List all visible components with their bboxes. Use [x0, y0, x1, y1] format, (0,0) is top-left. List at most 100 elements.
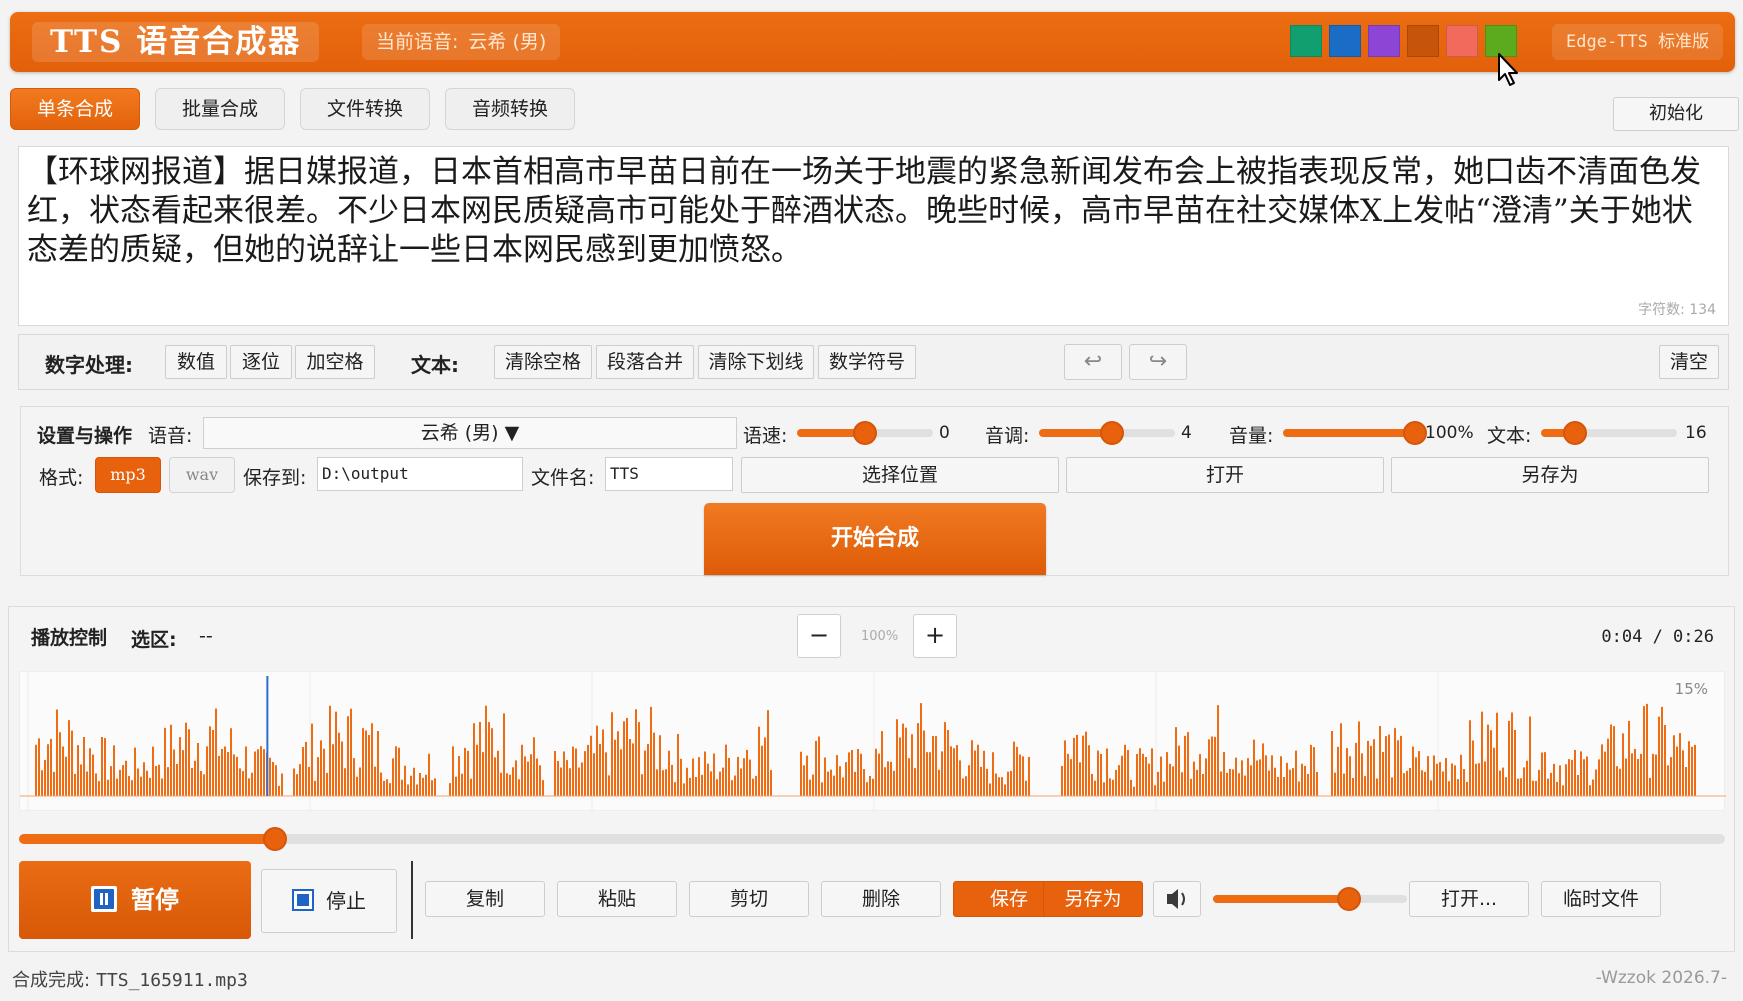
pause-label: 暂停: [131, 886, 179, 914]
selection-value: --: [199, 625, 213, 647]
clear-spaces-button[interactable]: 清除空格: [494, 345, 592, 379]
format-mp3-button[interactable]: mp3: [95, 457, 161, 493]
seek-slider-handle[interactable]: [262, 827, 287, 851]
speed-value: 0: [939, 423, 950, 443]
tab-audio-conversion[interactable]: 音频转换: [445, 88, 575, 130]
stop-label: 停止: [326, 889, 366, 913]
text-chunk-value: 16: [1685, 423, 1707, 443]
zoom-level: 100%: [861, 629, 899, 644]
save-path-input[interactable]: D:\output: [317, 457, 523, 491]
redo-button[interactable]: ↪: [1129, 344, 1187, 380]
waveform-view[interactable]: 15%: [19, 671, 1726, 812]
tab-single-synthesis[interactable]: 单条合成: [10, 88, 140, 130]
edition-badge: Edge-TTS 标准版: [1552, 24, 1724, 60]
text-input-area[interactable]: 【环球网报道】据日媒报道，日本首相高市早苗日前在一场关于地震的紧急新闻发布会上被…: [18, 146, 1729, 326]
app-title: TTS 语音合成器: [32, 22, 320, 62]
playback-title: 播放控制: [31, 627, 108, 649]
text-content[interactable]: 【环球网报道】据日媒报道，日本首相高市早苗日前在一场关于地震的紧急新闻发布会上被…: [27, 153, 1717, 270]
open-audio-button[interactable]: 打开...: [1409, 881, 1529, 917]
number-digit-button[interactable]: 逐位: [230, 345, 292, 379]
open-folder-button[interactable]: 打开: [1066, 457, 1384, 493]
voice-label: 语音:: [148, 425, 193, 447]
save-to-label: 保存到:: [243, 467, 307, 489]
status-label: 合成完成:: [12, 970, 91, 991]
theme-swatch-purple[interactable]: [1368, 25, 1400, 57]
format-wav-button[interactable]: wav: [169, 457, 235, 493]
pause-button[interactable]: 暂停: [19, 861, 251, 939]
zoom-in-button[interactable]: +: [913, 614, 957, 658]
initialize-button[interactable]: 初始化: [1613, 97, 1739, 131]
text-toolbar: 数字处理: 数值 逐位 加空格 文本: 清除空格 段落合并 清除下划线 数学符号…: [18, 334, 1729, 390]
waveform-graphic[interactable]: [20, 672, 1726, 812]
stop-button[interactable]: 停止: [261, 869, 397, 933]
waveform-percent: 15%: [1674, 680, 1708, 698]
theme-swatch-teal[interactable]: [1290, 25, 1322, 57]
pitch-slider[interactable]: [1039, 417, 1175, 449]
speaker-icon: [1167, 889, 1185, 909]
copy-button[interactable]: 复制: [425, 881, 545, 917]
seek-slider[interactable]: [19, 825, 1725, 853]
volume-value: 100%: [1425, 423, 1474, 443]
volume-slider-handle[interactable]: [1403, 421, 1427, 445]
time-display: 0:04 / 0:26: [1601, 627, 1714, 647]
theme-swatch-orange[interactable]: [1407, 25, 1439, 57]
status-filename: TTS_165911.mp3: [96, 970, 248, 991]
text-chunk-label: 文本:: [1487, 425, 1532, 447]
save-audio-as-button[interactable]: 另存为: [1043, 881, 1143, 917]
delete-button[interactable]: 删除: [821, 881, 941, 917]
math-symbols-button[interactable]: 数学符号: [818, 345, 916, 379]
current-voice-label: 当前语音:: [376, 31, 459, 53]
clear-underscores-button[interactable]: 清除下划线: [698, 345, 814, 379]
pitch-slider-handle[interactable]: [1100, 421, 1125, 445]
pitch-label: 音调:: [985, 425, 1030, 447]
current-voice: 当前语音: 云希 (男): [362, 24, 561, 60]
filename-label: 文件名:: [531, 467, 595, 489]
stop-icon: [292, 889, 314, 911]
mute-button[interactable]: [1153, 881, 1201, 917]
playback-panel: 播放控制 选区: -- − 100% + 0:04 / 0:26 15% 暂停 …: [8, 606, 1735, 952]
undo-button[interactable]: ↩: [1064, 344, 1122, 380]
separator: [411, 861, 413, 939]
mouse-pointer-icon: [1498, 53, 1518, 86]
temp-file-button[interactable]: 临时文件: [1541, 881, 1661, 917]
waveform-bars: [35, 703, 1696, 796]
voice-select[interactable]: 云希 (男) ▼: [203, 417, 737, 449]
pitch-value: 4: [1181, 423, 1192, 443]
number-processing-label: 数字处理:: [45, 353, 133, 377]
speed-slider[interactable]: [797, 417, 933, 449]
title-bar: TTS 语音合成器 当前语音: 云希 (男) Edge-TTS 标准版: [10, 12, 1735, 86]
current-voice-value: 云希 (男): [468, 31, 547, 53]
char-count: 字符数: 134: [1638, 302, 1716, 318]
settings-section-label: 设置与操作: [37, 425, 133, 447]
save-as-button[interactable]: 另存为: [1391, 457, 1709, 493]
choose-location-button[interactable]: 选择位置: [741, 457, 1059, 493]
volume-slider[interactable]: [1283, 417, 1427, 449]
format-label: 格式:: [39, 467, 84, 489]
theme-swatch-blue[interactable]: [1329, 25, 1361, 57]
speed-label: 语速:: [743, 425, 788, 447]
merge-paragraphs-button[interactable]: 段落合并: [596, 345, 694, 379]
cut-button[interactable]: 剪切: [689, 881, 809, 917]
filename-input[interactable]: TTS: [605, 457, 733, 491]
text-label: 文本:: [411, 353, 459, 377]
author-credit: -Wzzok 2026.7-: [1595, 968, 1727, 988]
status-message: 合成完成: TTS_165911.mp3: [12, 966, 248, 992]
tab-batch-synthesis[interactable]: 批量合成: [155, 88, 285, 130]
speed-slider-handle[interactable]: [853, 421, 877, 445]
settings-panel: 设置与操作 语音: 云希 (男) ▼ 语速: 0 音调: 4 音量: 100% …: [20, 406, 1729, 576]
text-chunk-slider[interactable]: [1541, 417, 1677, 449]
start-synthesis-button[interactable]: 开始合成: [704, 503, 1046, 575]
text-chunk-slider-handle[interactable]: [1563, 421, 1587, 445]
pause-icon: [91, 886, 117, 912]
number-add-space-button[interactable]: 加空格: [295, 345, 375, 379]
selection-label: 选区:: [131, 629, 177, 651]
paste-button[interactable]: 粘贴: [557, 881, 677, 917]
volume-label: 音量:: [1229, 425, 1274, 447]
playback-volume-handle[interactable]: [1336, 887, 1361, 911]
playback-volume-slider[interactable]: [1213, 883, 1407, 915]
theme-swatch-coral[interactable]: [1446, 25, 1478, 57]
number-value-button[interactable]: 数值: [165, 345, 227, 379]
clear-button[interactable]: 清空: [1659, 345, 1719, 379]
tab-file-conversion[interactable]: 文件转换: [300, 88, 430, 130]
zoom-out-button[interactable]: −: [797, 614, 841, 658]
